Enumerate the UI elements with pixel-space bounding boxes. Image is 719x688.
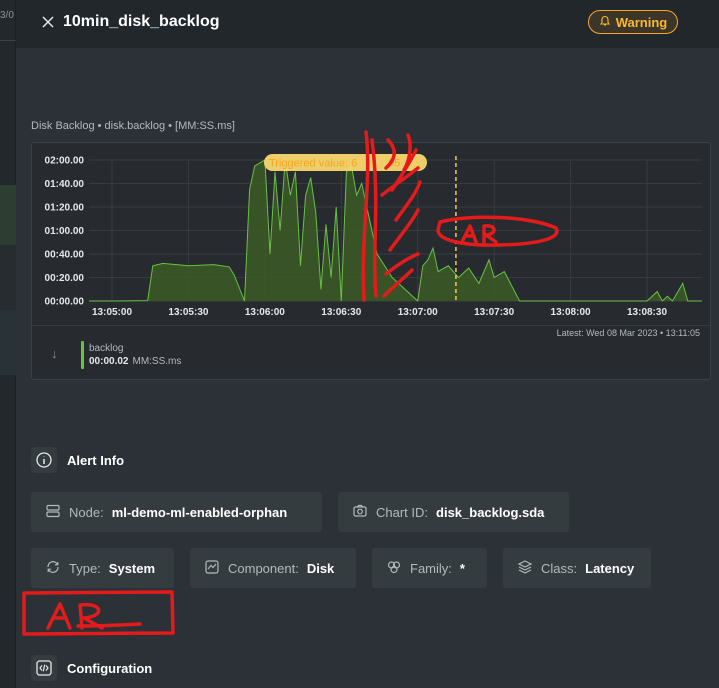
class-pill: Class: Latency [503,548,651,588]
y-tick-label: 01:00.00 [45,226,85,237]
legend-value: 00:00.02 MM:SS.ms [89,356,181,367]
component-icon [204,559,220,578]
status-badge-label: Warning [615,14,668,30]
alert-info-heading: Alert Info [31,447,124,473]
y-tick-label: 00:40.00 [45,250,85,261]
legend-value-unit: MM:SS.ms [132,356,182,367]
code-icon [31,655,57,681]
chart-plot[interactable]: 00:00.00 00:20.00 00:40.00 01:00.00 01:20.00… [32,143,710,325]
y-tick-label: 00:20.00 [45,273,85,284]
component-value: Disk [306,560,335,576]
alert-title: 10min_disk_backlog [63,13,220,30]
node-value: ml-demo-ml-enabled-orphan [111,504,288,520]
left-sidebar-strip: 3/0 [0,0,16,688]
legend-divider [32,325,710,326]
class-icon [517,559,533,578]
x-tick-label: 13:05:30 [168,307,208,318]
configuration-label: Configuration [67,660,153,676]
legend-series-name: backlog [89,343,124,354]
component-pill: Component: Disk [190,548,356,588]
sidebar-fragment: 3/0 [0,10,14,21]
y-tick-label: 01:40.00 [45,179,85,190]
y-tick-label: 00:00.00 [45,297,85,308]
modal-header: 10min_disk_backlog Warning [16,0,719,48]
latest-timestamp: Latest: Wed 08 Mar 2023 • 13:11:05 [556,328,700,338]
sidebar-active-row [0,185,16,245]
component-key: Component: [228,560,299,576]
x-tick-label: 13:06:00 [245,307,285,318]
x-tick-label: 13:07:30 [474,307,514,318]
chart-id-pill: Chart ID: disk_backlog.sda [338,492,569,532]
type-key: Type: [69,560,101,576]
x-tick-label: 13:07:00 [398,307,438,318]
red-rectangle [22,590,175,636]
type-pill: Type: System [31,548,174,588]
server-icon [45,503,61,522]
alert-info-label: Alert Info [67,452,125,468]
chart-id-icon [352,503,368,522]
type-value: System [108,560,156,576]
trigger-label: Triggered value: 6 [269,158,357,170]
legend-swatch [81,341,84,369]
family-key: Family: [410,560,452,576]
bell-icon [599,15,611,30]
chart-caption: Disk Backlog • disk.backlog • [MM:SS.ms] [31,120,235,132]
y-tick-label: 01:20.00 [45,203,85,214]
sidebar-divider [0,40,16,41]
down-arrow-icon[interactable]: ↓ [51,346,58,361]
family-value: * [459,560,465,576]
class-value: Latency [585,560,635,576]
trigger-label-tail: 05 [388,158,400,170]
chart-id-key: Chart ID: [376,504,429,520]
node-key: Node: [69,504,104,520]
red-ar-letters [46,602,104,630]
sidebar-row [0,310,16,375]
node-pill: Node: ml-demo-ml-enabled-orphan [31,492,322,532]
class-key: Class: [541,560,578,576]
sidebar-row [0,245,16,310]
type-icon [45,559,61,578]
y-tick-label: 02:00.00 [45,156,85,167]
family-icon [386,559,402,578]
status-badge: Warning [588,10,678,34]
legend-value-number: 00:00.02 [89,356,129,367]
family-pill: Family: * [372,548,487,588]
configuration-heading: Configuration [31,655,152,681]
close-icon[interactable] [40,14,56,30]
x-tick-label: 13:08:00 [551,307,591,318]
x-tick-label: 13:05:00 [92,307,132,318]
x-tick-label: 13:08:30 [627,307,667,318]
red-underline [76,622,142,628]
chart-id-value: disk_backlog.sda [436,504,545,520]
chart-card: 00:00.00 00:20.00 00:40.00 01:00.00 01:20.00… [31,142,711,380]
x-tick-label: 13:06:30 [321,307,361,318]
info-icon [31,447,57,473]
